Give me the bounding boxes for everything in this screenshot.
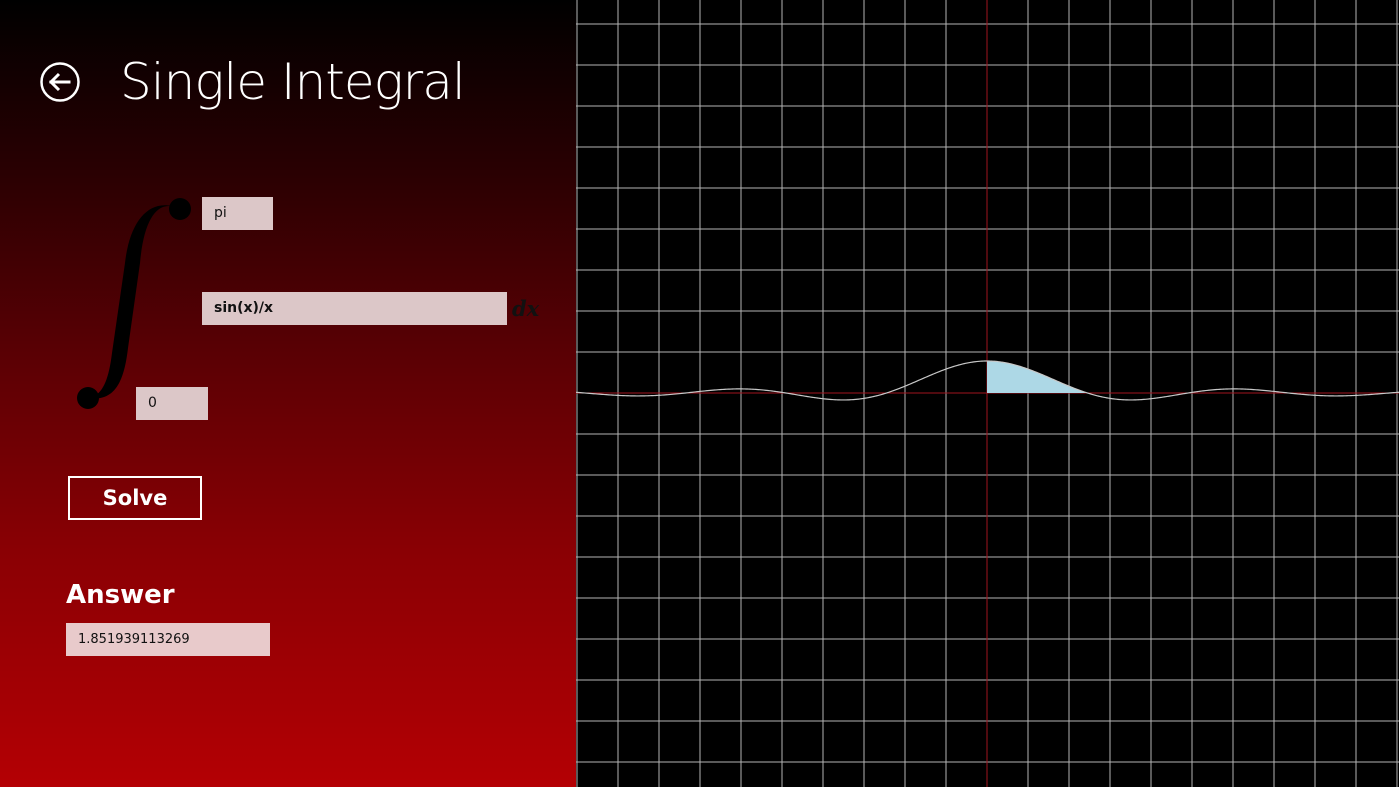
function-graph[interactable]: [576, 0, 1399, 787]
solve-button[interactable]: Solve: [68, 476, 202, 520]
integrand-input[interactable]: [202, 292, 507, 325]
upper-limit-input[interactable]: [202, 197, 273, 230]
back-button[interactable]: [40, 62, 80, 102]
page-title: Single Integral: [120, 53, 466, 111]
answer-output: [66, 623, 270, 656]
differential-label: dx: [512, 296, 540, 321]
app-window: Single Integral dx Solve Answer: [0, 0, 1399, 787]
axes: [576, 0, 1399, 787]
input-panel: Single Integral dx Solve Answer: [0, 0, 576, 787]
graph-panel[interactable]: [576, 0, 1399, 787]
lower-limit-input[interactable]: [136, 387, 208, 420]
answer-heading: Answer: [66, 580, 175, 610]
integral-sign-icon: [77, 198, 191, 409]
back-arrow-icon: [40, 62, 80, 102]
